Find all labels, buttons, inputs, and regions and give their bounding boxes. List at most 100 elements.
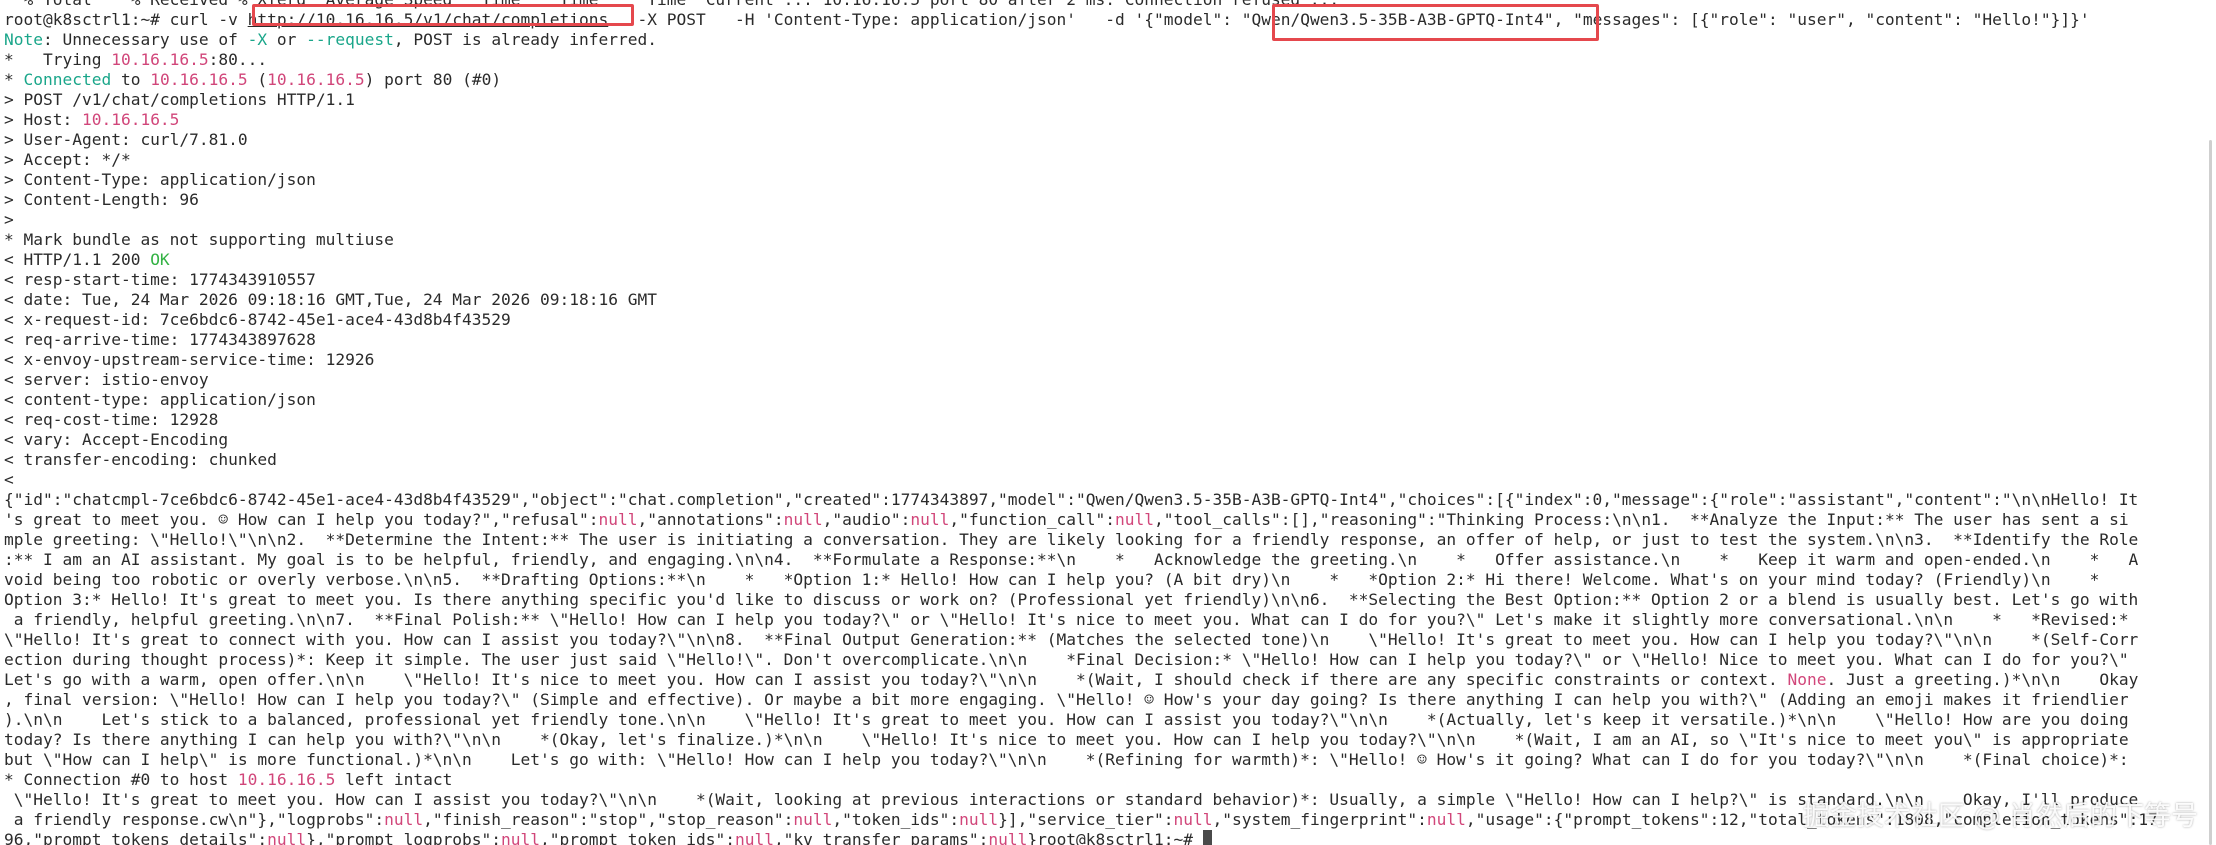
terminal-text: ,"prompt_token_ids": [540, 830, 735, 845]
terminal-text: > [4, 210, 14, 229]
terminal-line: a friendly, helpful greeting.\n\n7. **Fi… [4, 610, 2192, 630]
terminal-text: }],"service_tier": [998, 810, 1174, 829]
terminal-line: ).\n\n Let's stick to a balanced, profes… [4, 710, 2192, 730]
terminal-line: < date: Tue, 24 Mar 2026 09:18:16 GMT,Tu… [4, 290, 2192, 310]
terminal-text: ,"function_call": [949, 510, 1116, 529]
terminal-text: to [111, 70, 151, 89]
terminal-text: > User-Agent: curl/7.81.0 [4, 130, 248, 149]
terminal-text: null [501, 830, 541, 845]
terminal-text: < [4, 470, 14, 489]
terminal-text: null [267, 830, 307, 845]
terminal-text: ,"kv_transfer_params": [773, 830, 989, 845]
terminal-text: left intact [335, 770, 453, 789]
terminal-line: < HTTP/1.1 200 OK [4, 250, 2192, 270]
terminal-line: > Host: 10.16.16.5 [4, 110, 2192, 130]
terminal-text: -X [247, 30, 268, 49]
terminal-text: Let's go with a warm, open offer.\n\n \"… [4, 670, 1788, 689]
terminal-line: * Mark bundle as not supporting multiuse [4, 230, 2192, 250]
terminal-line: * Connection #0 to host 10.16.16.5 left … [4, 770, 2192, 790]
terminal-text: ,"token_ids": [832, 810, 960, 829]
terminal-line: root@k8sctrl1:~# curl -v http://10.16.16… [4, 10, 2192, 30]
terminal-text: < transfer-encoding: chunked [4, 450, 277, 469]
terminal-text: * Trying [4, 50, 112, 69]
terminal-text: },"prompt_logprobs": [306, 830, 502, 845]
terminal-text: ,"tool_calls":[],"reasoning":"Thinking P… [1154, 510, 2129, 529]
terminal-text: < content-type: application/json [4, 390, 316, 409]
terminal-text: null [1115, 510, 1155, 529]
terminal-line: today? Is there anything I can help you … [4, 730, 2192, 750]
terminal-text: < HTTP/1.1 200 [4, 250, 151, 269]
terminal-text: 10.16.16.5 [81, 110, 180, 129]
terminal-text: ).\n\n Let's stick to a balanced, profes… [4, 710, 2129, 729]
terminal-text: ,"system_fingerprint": [1212, 810, 1427, 829]
terminal-text: < server: istio-envoy [4, 370, 209, 389]
terminal-text: ) port 80 (#0) [364, 70, 502, 89]
terminal-text: < req-cost-time: 12928 [4, 410, 219, 429]
terminal-text: or [267, 30, 307, 49]
terminal-line: Let's go with a warm, open offer.\n\n \"… [4, 670, 2192, 690]
terminal-line: < content-type: application/json [4, 390, 2192, 410]
terminal-text: ( [247, 70, 268, 89]
terminal-line: < req-arrive-time: 1774343897628 [4, 330, 2192, 350]
terminal-line: > Content-Length: 96 [4, 190, 2192, 210]
terminal-text: % Total % Received % Xferd Average Speed… [4, 0, 1339, 9]
terminal-text: Option 3:* Hello! It's great to meet you… [4, 590, 2139, 609]
url-link[interactable]: http://10.16.16.5/v1/chat/completions [248, 10, 609, 29]
terminal-text: * Mark bundle as not supporting multiuse [4, 230, 394, 249]
terminal-text: None [1787, 670, 1827, 689]
terminal-text: * [4, 70, 24, 89]
terminal-output[interactable]: % Total % Received % Xferd Average Speed… [4, 0, 2192, 845]
terminal-line: > [4, 210, 2192, 230]
terminal-text: > Content-Type: application/json [4, 170, 316, 189]
terminal-text: }root@k8sctrl1:~# [1027, 830, 1203, 845]
terminal-text: null [959, 810, 999, 829]
terminal-line: :** I am an AI assistant. My goal is to … [4, 550, 2192, 570]
terminal-text: * Connection #0 to host [4, 770, 238, 789]
terminal-text: null [1426, 810, 1466, 829]
terminal-text: :80... [208, 50, 268, 69]
terminal-line: ection during thought process)*: Keep it… [4, 650, 2192, 670]
terminal-line: < server: istio-envoy [4, 370, 2192, 390]
terminal-line: * Connected to 10.16.16.5 (10.16.16.5) p… [4, 70, 2192, 90]
terminal-text: 10.16.16.5 [150, 70, 248, 89]
terminal-line: > Accept: */* [4, 150, 2192, 170]
terminal-text: . Just a greeting.)*\n\n Okay [1826, 670, 2139, 689]
terminal-text: OK [150, 250, 170, 269]
terminal-text: > POST /v1/chat/completions HTTP/1.1 [4, 90, 355, 109]
terminal-text: Connected [23, 70, 112, 89]
terminal-text: {"id":"chatcmpl-7ce6bdc6-8742-45e1-ace4-… [4, 490, 2139, 509]
terminal-text: > Content-Length: 96 [4, 190, 199, 209]
terminal-line: Option 3:* Hello! It's great to meet you… [4, 590, 2192, 610]
terminal-text: ,"finish_reason":"stop","stop_reason": [423, 810, 794, 829]
terminal-text: > Host: [4, 110, 82, 129]
terminal-text: null [783, 510, 823, 529]
terminal-text: but \"How can I help\" is more functiona… [4, 750, 2129, 769]
terminal-text: 's great to meet you. ☺ How can I help y… [4, 510, 599, 529]
scrollbar-thumb[interactable] [2209, 140, 2212, 845]
terminal-line: {"id":"chatcmpl-7ce6bdc6-8742-45e1-ace4-… [4, 490, 2192, 510]
terminal-line: Note: Unnecessary use of -X or --request… [4, 30, 2192, 50]
terminal-line: * Trying 10.16.16.5:80... [4, 50, 2192, 70]
terminal-line: void being too robotic or overly verbose… [4, 570, 2192, 590]
terminal-text: null [988, 830, 1028, 845]
terminal-text: ,"audio": [822, 510, 911, 529]
terminal-line: \"Hello! It's great to connect with you.… [4, 630, 2192, 650]
terminal-text: < vary: Accept-Encoding [4, 430, 229, 449]
terminal-text: < x-envoy-upstream-service-time: 12926 [4, 350, 375, 369]
terminal-scrollbar[interactable] [2196, 0, 2216, 845]
terminal-line: , final version: \"Hello! How can I help… [4, 690, 2192, 710]
terminal-text: void being too robotic or overly verbose… [4, 570, 2100, 589]
terminal-text: : Unnecessary use of [42, 30, 248, 49]
terminal-text: root@k8sctrl1:~# curl -v [4, 10, 248, 29]
terminal-text: null [793, 810, 833, 829]
terminal-text: Note [4, 30, 43, 49]
terminal-text: < req-arrive-time: 1774343897628 [4, 330, 316, 349]
terminal-line: but \"How can I help\" is more functiona… [4, 750, 2192, 770]
terminal-text: 96,"prompt_tokens_details": [4, 830, 268, 845]
terminal-text: null [910, 510, 950, 529]
terminal-text: , POST is already inferred. [393, 30, 657, 49]
terminal-text: 10.16.16.5 [111, 50, 209, 69]
terminal-line: mple greeting: \"Hello!\"\n\n2. **Determ… [4, 530, 2192, 550]
terminal-line: < [4, 470, 2192, 490]
terminal-text: < resp-start-time: 1774343910557 [4, 270, 316, 289]
